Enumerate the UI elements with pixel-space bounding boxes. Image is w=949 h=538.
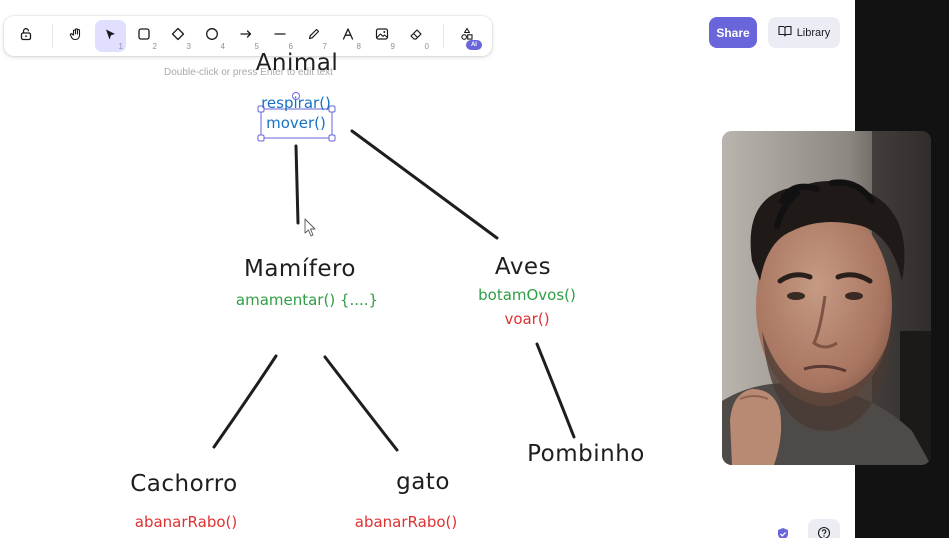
method-voar[interactable]: voar() (504, 310, 549, 328)
method-amamentar[interactable]: amamentar() {....} (236, 291, 378, 309)
method-botamovos[interactable]: botamOvos() (478, 286, 576, 304)
connector-mamifero-gato (323, 355, 399, 452)
class-title-pombinho[interactable]: Pombinho (527, 441, 645, 467)
help-button[interactable] (808, 519, 840, 538)
method-respirar[interactable]: respirar() (261, 94, 331, 112)
connector-aves-pombinho (535, 342, 576, 439)
method-abanarrabo-cachorro[interactable]: abanarRabo() (135, 513, 237, 531)
connector-animal-mamifero (294, 144, 300, 225)
mouse-cursor-icon (304, 218, 316, 237)
class-title-aves[interactable]: Aves (495, 254, 551, 280)
method-abanarrabo-gato[interactable]: abanarRabo() (355, 513, 457, 531)
class-title-animal[interactable]: Animal (256, 50, 339, 76)
connector-mamifero-cachorro (212, 354, 278, 449)
shield-check-icon[interactable] (772, 523, 794, 538)
method-mover[interactable]: mover() (266, 114, 326, 132)
connector-animal-aves (350, 129, 499, 240)
presenter-video-image (722, 131, 931, 465)
class-title-mamifero[interactable]: Mamífero (244, 256, 356, 282)
help-icon (817, 526, 831, 538)
class-title-cachorro[interactable]: Cachorro (130, 471, 238, 497)
class-title-gato[interactable]: gato (396, 469, 450, 495)
webcam-overlay (722, 131, 931, 465)
